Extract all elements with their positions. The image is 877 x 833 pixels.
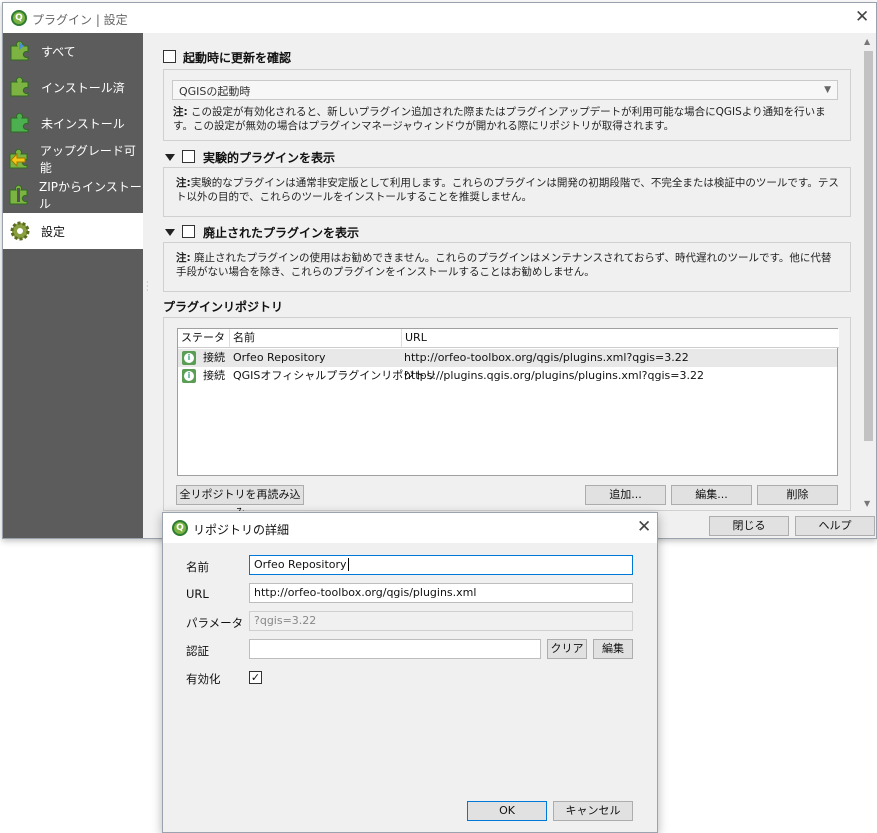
name-input[interactable]: Orfeo Repository <box>249 555 633 575</box>
sidebar-item-label: 未インストール <box>41 116 125 131</box>
qgis-logo-icon: Q <box>11 10 27 26</box>
plugins-window: Q プラグイン | 設定 ✕ すべて インストール済 未インストール アップグレ… <box>2 2 877 539</box>
table-row[interactable]: i 接続 Orfeo Repository http://orfeo-toolb… <box>178 349 837 367</box>
sidebar-item-installed[interactable]: インストール済 <box>3 69 143 105</box>
text-cursor <box>347 558 349 571</box>
params-input: ?qgis=3.22 <box>249 611 633 631</box>
sidebar-item-upgradeable[interactable]: アップグレード可能 <box>3 141 143 177</box>
auth-input[interactable] <box>249 639 541 659</box>
deprecated-note: 注: 廃止されたプラグインの使用はお勧めできません。これらのプラグインはメンテナ… <box>176 251 840 279</box>
reload-all-button[interactable]: 全リポジトリを再読み込み <box>176 485 304 511</box>
sidebar: すべて インストール済 未インストール アップグレード可能 ZIPからインストー… <box>3 33 143 538</box>
close-button[interactable]: 閉じる <box>709 516 789 536</box>
puzzle-not-installed-icon <box>8 111 32 135</box>
collapse-triangle-icon[interactable] <box>165 154 175 161</box>
sidebar-item-label: アップグレード可能 <box>39 144 136 175</box>
experimental-checkbox[interactable] <box>182 150 195 163</box>
puzzle-upgrade-icon <box>8 147 31 171</box>
name-label: 名前 <box>186 560 209 574</box>
collapse-triangle-icon[interactable] <box>165 229 175 236</box>
url-input[interactable]: http://orfeo-toolbox.org/qgis/plugins.xm… <box>249 583 633 603</box>
note-prefix: 注: <box>176 252 191 264</box>
note-text: 実験的なプラグインは通常非安定版として利用します。これらのプラグインは開発の初期… <box>176 177 839 203</box>
vertical-scrollbar[interactable]: ▲ ▼ <box>861 33 876 511</box>
experimental-label: 実験的プラグインを表示 <box>203 151 336 165</box>
scrollbar-thumb[interactable] <box>864 51 873 441</box>
check-updates-combo-value: QGISの起動時 <box>179 85 251 98</box>
delete-repository-button[interactable]: 削除 <box>757 485 838 505</box>
sidebar-item-label: 設定 <box>41 224 66 239</box>
sidebar-item-label: ZIPからインストール <box>39 180 142 211</box>
ok-button[interactable]: OK <box>467 801 547 821</box>
settings-panel: 起動時に更新を確認 QGISの起動時 ▼ 注: この設定が有効化されると、新しい… <box>152 33 860 511</box>
note-prefix: 注: <box>176 177 191 189</box>
row-name: Orfeo Repository <box>233 351 326 364</box>
gear-icon <box>8 219 32 243</box>
column-header-name[interactable]: 名前 <box>230 329 402 348</box>
edit-auth-button[interactable]: 編集 <box>593 639 633 659</box>
check-updates-note: 注: この設定が有効化されると、新しいプラグイン追加された際またはプラグインアッ… <box>173 105 841 133</box>
sidebar-item-label: インストール済 <box>41 80 125 95</box>
cancel-button[interactable]: キャンセル <box>553 801 633 821</box>
enabled-label: 有効化 <box>186 672 221 686</box>
params-label: パラメータ <box>186 616 244 630</box>
window-titlebar: Q プラグイン | 設定 ✕ <box>3 3 876 33</box>
check-updates-group: QGISの起動時 ▼ 注: この設定が有効化されると、新しいプラグイン追加された… <box>163 69 851 141</box>
repository-details-dialog: Q リポジトリの詳細 ✕ 名前 Orfeo Repository URL htt… <box>162 512 658 833</box>
repositories-heading: プラグインリポジトリ <box>163 300 284 314</box>
chevron-down-icon: ▼ <box>824 85 831 95</box>
row-url: http://orfeo-toolbox.org/qgis/plugins.xm… <box>404 351 689 364</box>
sidebar-item-zip-install[interactable]: ZIPからインストール <box>3 177 143 213</box>
scroll-up-icon[interactable]: ▲ <box>864 37 870 46</box>
deprecated-label: 廃止されたプラグインを表示 <box>203 226 360 240</box>
connected-status-icon: i <box>182 351 196 365</box>
note-prefix: 注: <box>173 106 188 118</box>
clear-auth-button[interactable]: クリア <box>547 639 587 659</box>
dialog-close-icon[interactable]: ✕ <box>637 519 651 536</box>
auth-label: 認証 <box>186 644 209 658</box>
enabled-checkbox[interactable]: ✓ <box>249 671 262 684</box>
dialog-title: リポジトリの詳細 <box>193 523 290 537</box>
repositories-table[interactable]: ステータス 名前 URL i 接続 Orfeo Repository http:… <box>177 328 839 476</box>
add-repository-button[interactable]: 追加... <box>585 485 666 505</box>
splitter-handle[interactable]: · · · <box>146 279 149 295</box>
sidebar-item-all[interactable]: すべて <box>3 33 143 69</box>
deprecated-group: 注: 廃止されたプラグインの使用はお勧めできません。これらのプラグインはメンテナ… <box>163 242 851 292</box>
check-updates-combo[interactable]: QGISの起動時 ▼ <box>172 80 838 100</box>
window-title: プラグイン | 設定 <box>32 13 128 27</box>
window-close-icon[interactable]: ✕ <box>855 9 869 26</box>
qgis-logo-icon: Q <box>172 520 188 536</box>
zip-install-icon <box>8 183 30 207</box>
deprecated-checkbox[interactable] <box>182 225 195 238</box>
note-text: この設定が有効化されると、新しいプラグイン追加された際またはプラグインアップデー… <box>173 106 826 132</box>
check-updates-checkbox[interactable] <box>163 50 176 63</box>
scroll-down-icon[interactable]: ▼ <box>864 499 870 508</box>
name-input-value: Orfeo Repository <box>254 558 347 571</box>
experimental-note: 注:実験的なプラグインは通常非安定版として利用します。これらのプラグインは開発の… <box>176 176 840 204</box>
puzzle-all-icon <box>8 39 32 63</box>
note-text: 廃止されたプラグインの使用はお勧めできません。これらのプラグインはメンテナンスさ… <box>176 252 832 278</box>
row-status: 接続 <box>203 351 225 364</box>
puzzle-installed-icon <box>8 75 32 99</box>
sidebar-item-settings[interactable]: 設定 <box>3 213 143 249</box>
url-label: URL <box>186 587 209 601</box>
column-header-status[interactable]: ステータス <box>178 329 230 362</box>
row-status: 接続 <box>203 369 225 382</box>
column-header-url[interactable]: URL <box>402 329 839 348</box>
check-updates-label: 起動時に更新を確認 <box>183 51 292 65</box>
connected-status-icon: i <box>182 369 196 383</box>
edit-repository-button[interactable]: 編集... <box>671 485 752 505</box>
experimental-group: 注:実験的なプラグインは通常非安定版として利用します。これらのプラグインは開発の… <box>163 167 851 217</box>
help-button[interactable]: ヘルプ <box>795 516 875 536</box>
table-row[interactable]: i 接続 QGISオフィシャルプラグインリポジトリ https://plugin… <box>178 367 837 385</box>
sidebar-item-label: すべて <box>41 44 76 59</box>
sidebar-item-not-installed[interactable]: 未インストール <box>3 105 143 141</box>
dialog-titlebar: Q リポジトリの詳細 ✕ <box>163 513 657 543</box>
row-url: https://plugins.qgis.org/plugins/plugins… <box>404 369 704 382</box>
